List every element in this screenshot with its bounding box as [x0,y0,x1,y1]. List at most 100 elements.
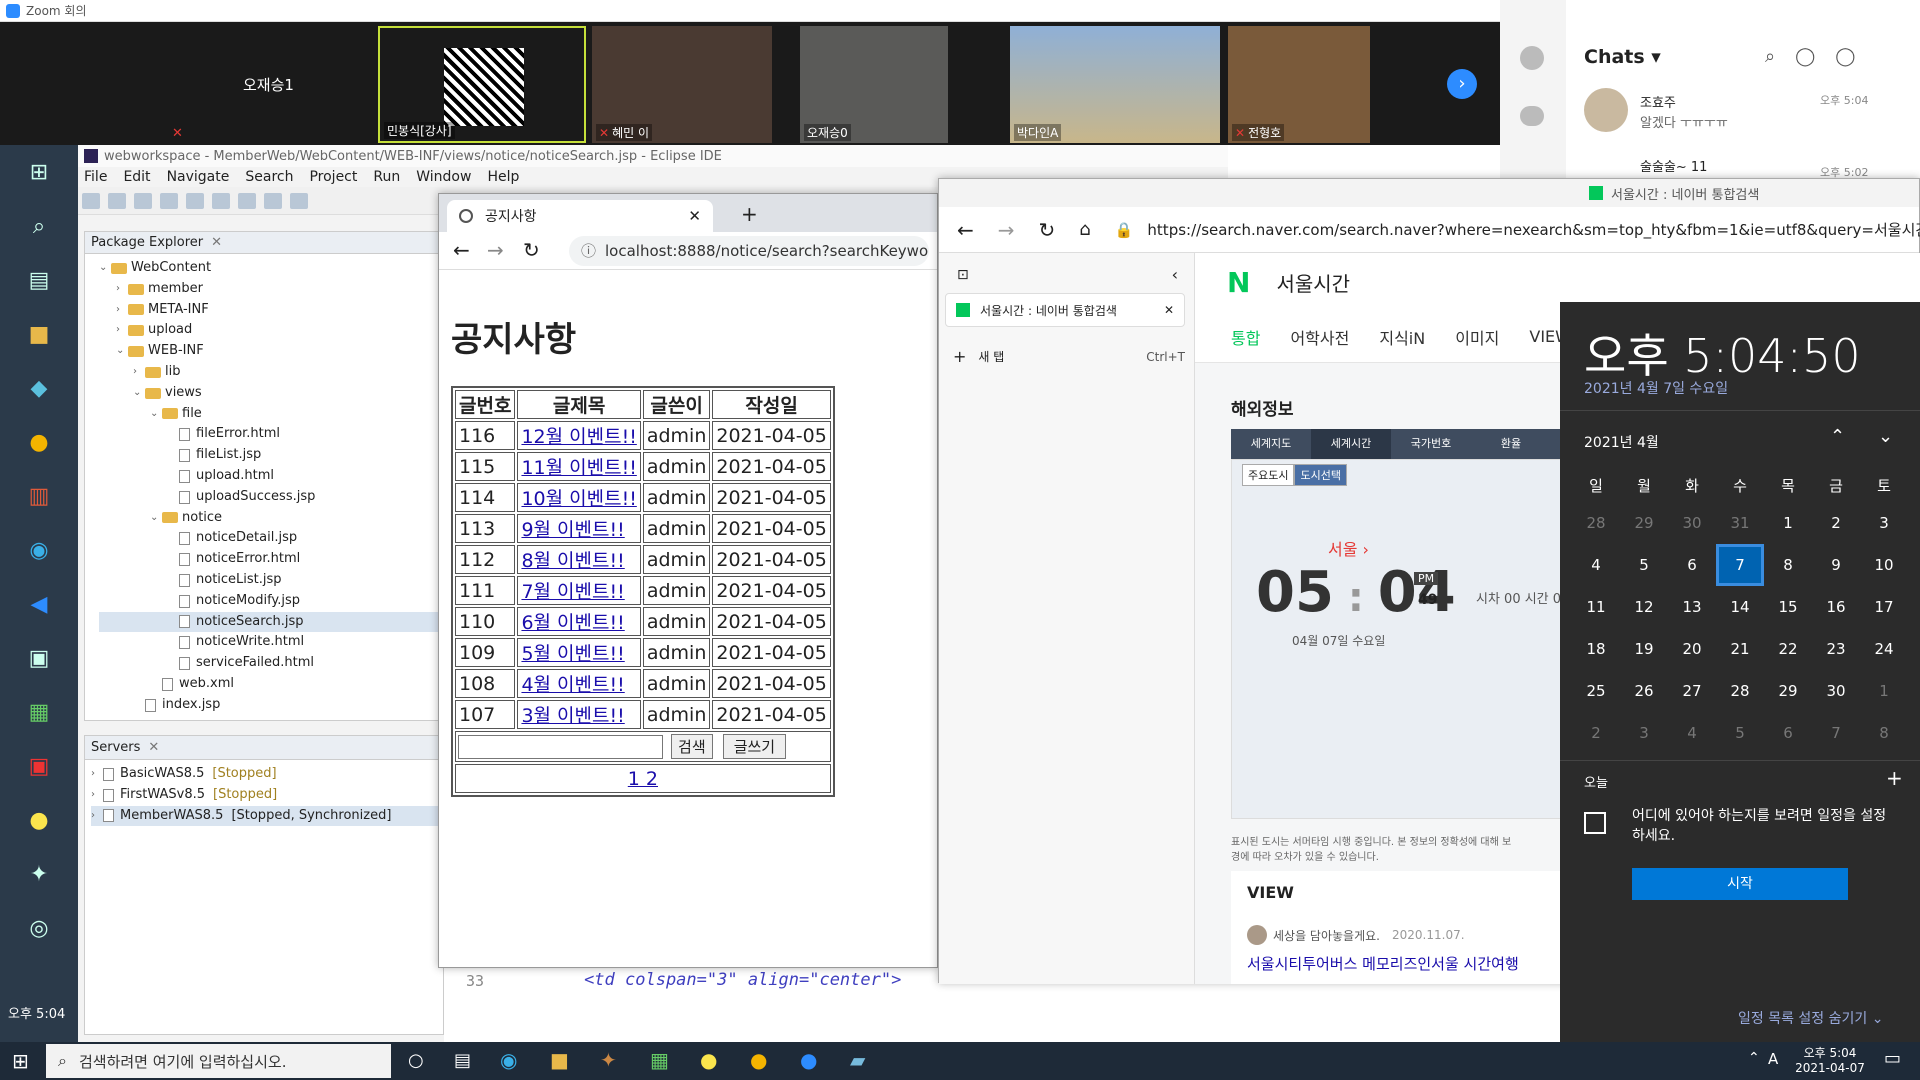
calendar-day[interactable]: 9 [1812,544,1860,586]
next-page-icon[interactable]: › [1447,69,1477,99]
menu-help[interactable]: Help [487,169,519,185]
tree-file[interactable]: noticeDetail.jsp [99,528,443,549]
start-icon[interactable]: ⊞ [0,145,78,199]
forward-icon[interactable]: → [487,238,504,262]
app-icon[interactable]: ✦ [600,1048,617,1072]
chat-name[interactable]: 술술술~ 11 [1640,156,1707,175]
server-item[interactable]: › BasicWAS8.5 [Stopped] [91,764,443,785]
edge-icon[interactable]: ◉ [500,1048,517,1072]
new-icon[interactable] [82,192,100,209]
calendar-day[interactable]: 15 [1764,586,1812,628]
tree-file[interactable]: index.jsp [99,695,443,716]
tree-file[interactable]: noticeError.html [99,549,443,570]
calendar-day[interactable]: 30 [1668,502,1716,544]
city-name[interactable]: 서울 › [1328,536,1369,560]
calendar-day[interactable]: 28 [1716,670,1764,712]
task-view-icon[interactable]: ▤ [0,253,78,307]
expand-icon[interactable]: ⌄ [150,404,162,425]
menu-edit[interactable]: Edit [123,169,150,185]
calendar-day[interactable]: 11 [1572,586,1620,628]
naver-tab[interactable]: 어학사전 [1290,325,1349,349]
calendar-day[interactable]: 27 [1668,670,1716,712]
next-month-icon[interactable]: ⌄ [1878,426,1893,447]
notepad-icon[interactable]: ▦ [0,685,78,739]
calendar-day[interactable]: 25 [1572,670,1620,712]
publish-icon[interactable] [264,192,282,209]
calendar-day[interactable]: 7 [1716,544,1764,586]
profile-icon[interactable] [1520,46,1544,70]
taskbar-clock[interactable]: 오후 5:04 2021-04-07 [1790,1044,1870,1075]
tree-folder[interactable]: › member [99,279,443,300]
tree-file[interactable]: uploadSuccess.jsp [99,487,443,508]
kakao-icon[interactable]: ● [0,793,78,847]
calendar-day[interactable]: 6 [1668,544,1716,586]
calendar-day[interactable]: 19 [1620,628,1668,670]
notice-title-link[interactable]: 3월 이벤트!! [521,705,624,727]
vertical-tab[interactable]: 서울시간 : 네이버 통합검색 ✕ [945,293,1185,327]
new-tab-button[interactable]: + 새 탭 Ctrl+T [953,347,1185,366]
notification-icon[interactable]: ▭ [1884,1048,1901,1069]
menu-search[interactable]: Search [245,169,293,185]
app-icon[interactable]: ◆ [0,361,78,415]
prev-month-icon[interactable]: ⌃ [1830,426,1845,447]
tree-file[interactable]: noticeSearch.jsp [99,611,443,633]
tree-file[interactable]: fileList.jsp [99,445,443,466]
tree-file[interactable]: serviceFailed.html [99,653,443,674]
naver-tab[interactable]: 지식iN [1379,325,1425,349]
calendar-day[interactable]: 29 [1620,502,1668,544]
menu-project[interactable]: Project [309,169,357,185]
video-tile[interactable]: ✕ 전형호 [1228,26,1370,143]
chats-title[interactable]: Chats ▾ [1584,46,1661,68]
notice-title-link[interactable]: 5월 이벤트!! [521,643,624,665]
explorer-icon[interactable]: ■ [0,307,78,361]
write-button[interactable]: 글쓰기 [722,734,787,759]
search-input[interactable] [458,734,663,759]
tree-folder[interactable]: ⌄ WebContent [99,258,443,279]
app-icon[interactable]: ▣ [0,631,78,685]
calendar-day[interactable]: 16 [1812,586,1860,628]
reload-icon[interactable]: ↻ [523,238,540,262]
search-button[interactable]: 검색 [671,734,713,759]
menu-run[interactable]: Run [373,169,400,185]
chrome-icon[interactable]: ● [750,1048,767,1072]
save-icon[interactable] [108,192,126,209]
server-item[interactable]: › FirstWASv8.5 [Stopped] [91,785,443,806]
tray-chevron-icon[interactable]: ⌃ [1748,1050,1760,1066]
task-view-icon[interactable]: ▤ [454,1050,471,1071]
terminal-icon[interactable] [160,192,178,209]
video-tile[interactable]: ✕ 혜민 이 [592,26,772,143]
notice-title-link[interactable]: 12월 이벤트!! [521,426,636,448]
notice-title-link[interactable]: 11월 이벤트!! [521,457,636,479]
home-icon[interactable]: ⌂ [1079,219,1090,240]
new-tab-icon[interactable]: + [741,202,758,226]
notice-title-link[interactable]: 4월 이벤트!! [521,674,624,696]
cortana-icon[interactable]: ○ [408,1050,424,1071]
close-tab-icon[interactable]: ✕ [688,207,701,225]
calendar-day[interactable]: 1 [1860,670,1908,712]
video-tile[interactable]: 박다인A [1010,26,1220,143]
info-tab[interactable]: 세계시간 [1311,429,1391,459]
calendar-day[interactable]: 30 [1812,670,1860,712]
calendar-day[interactable]: 3 [1860,502,1908,544]
tree-file[interactable]: noticeModify.jsp [99,591,443,612]
calendar-day[interactable]: 8 [1860,712,1908,754]
taskbar-search[interactable]: ⌕ 검색하려면 여기에 입력하십시오. [46,1044,391,1078]
run-icon[interactable] [212,192,230,209]
info-tab[interactable]: 환율 [1471,429,1551,459]
calendar-day[interactable]: 5 [1716,712,1764,754]
calendar-day[interactable]: 22 [1764,628,1812,670]
calendar-day[interactable]: 29 [1764,670,1812,712]
chat-icon[interactable] [1520,106,1544,126]
collapse-pane-icon[interactable]: ‹ [1172,265,1178,284]
tree-file[interactable]: noticeWrite.html [99,632,443,653]
calendar-day[interactable]: 18 [1572,628,1620,670]
city-chip[interactable]: 도시선택 [1294,464,1347,486]
reload-icon[interactable]: ↻ [1039,218,1056,242]
calendar-day[interactable]: 2 [1572,712,1620,754]
vscode-icon[interactable]: ◀ [0,577,78,631]
app-icon[interactable]: ▥ [0,469,78,523]
notice-title-link[interactable]: 7월 이벤트!! [521,581,624,603]
tree-folder[interactable]: › META-INF [99,300,443,321]
notice-title-link[interactable]: 9월 이벤트!! [521,519,624,541]
tree-folder[interactable]: ⌄ file [99,404,443,425]
